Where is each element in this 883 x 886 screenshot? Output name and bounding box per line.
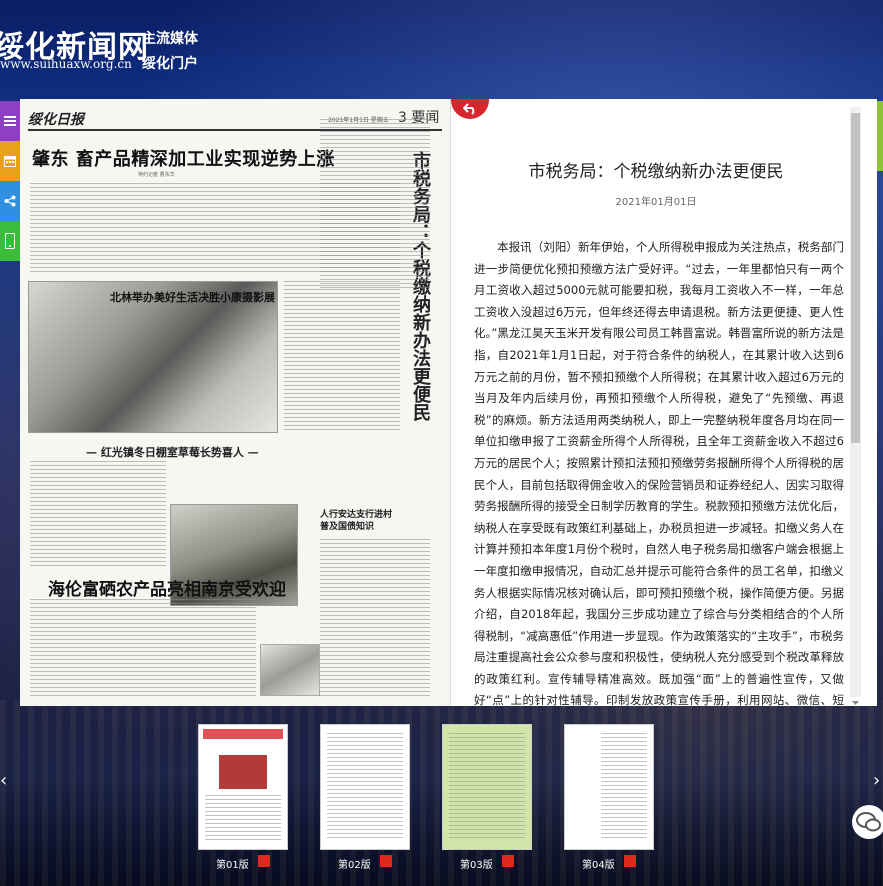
next-page-arrow-icon[interactable]: ›: [873, 770, 880, 791]
page-thumbnails: 第01版 第02版 第03版 第04版: [0, 718, 883, 878]
menu-icon: [4, 116, 16, 126]
thumbnail-photo: [219, 755, 267, 789]
thumbnail-label-1[interactable]: 第01版: [216, 856, 249, 871]
thumbnail-page-1[interactable]: [198, 724, 288, 850]
site-header: 绥化新闻网 www.suihuaxw.org.cn 主流媒体 绥化门户: [0, 0, 883, 90]
article-text-block[interactable]: [30, 461, 166, 566]
newspaper-brand: 绥化日报: [28, 112, 84, 128]
headline-hailun-selenium[interactable]: 海伦富硒农产品亮相南京受欢迎: [48, 575, 286, 600]
share-button[interactable]: [0, 181, 20, 221]
calendar-icon: [4, 156, 16, 167]
thumbnail-text: [449, 733, 525, 841]
headline-zhaodong-byline: 特约记者 曹东华: [138, 172, 175, 178]
scroll-down-arrow-icon[interactable]: [850, 691, 861, 705]
panel-divider: [450, 99, 451, 706]
right-accent-strip: [876, 101, 883, 171]
mobile-button[interactable]: [0, 221, 20, 261]
newspaper-panel: 绥化日报 2021年1月1日 星期五 3 要闻 肇东 畜产品精深加工业实现逆势上…: [20, 99, 877, 706]
calendar-button[interactable]: [0, 141, 20, 181]
slogan-line-2: 绥化门户: [142, 56, 198, 72]
article-date: 2021年01月01日: [615, 197, 697, 208]
article-text-block[interactable]: [30, 599, 256, 697]
mobile-icon: [5, 233, 15, 249]
pdf-download-icon[interactable]: [258, 855, 270, 867]
article-view: 市税务局：个税缴纳新办法更便民 2021年01月01日 本报讯（刘阳）新年伊始，…: [460, 99, 852, 706]
article-text-block[interactable]: [284, 281, 400, 431]
article-text-block[interactable]: [320, 119, 430, 289]
photo-exhibition-caption[interactable]: 北林举办美好生活决胜小康摄影展: [110, 289, 275, 305]
pdf-download-icon[interactable]: [380, 855, 392, 867]
headline-bank-anda[interactable]: 人行安达支行进村普及国债知识: [320, 509, 400, 533]
scrollbar-thumb[interactable]: [851, 113, 860, 443]
photo-scenery[interactable]: [260, 644, 320, 696]
article-text-block[interactable]: [320, 539, 430, 699]
headline-zhaodong[interactable]: 肇东 畜产品精深加工业实现逆势上涨: [32, 145, 335, 171]
thumbnail-text: [205, 795, 281, 843]
article-body: 本报讯（刘阳）新年伊始，个人所得税申报成为关注热点，税务部门进一步简便优化预扣预…: [474, 240, 844, 706]
newspaper-page-image[interactable]: 绥化日报 2021年1月1日 星期五 3 要闻 肇东 畜产品精深加工业实现逆势上…: [20, 99, 450, 706]
article-title: 市税务局：个税缴纳新办法更便民: [528, 162, 784, 182]
thumbnail-text: [601, 733, 647, 841]
thumbnail-label-3[interactable]: 第03版: [460, 856, 493, 871]
wechat-icon[interactable]: [852, 805, 883, 839]
site-logo-url: www.suihuaxw.org.cn: [0, 57, 132, 71]
thumbnail-text: [327, 733, 403, 841]
thumbnail-page-3[interactable]: [442, 724, 532, 850]
article-scrollbar[interactable]: [850, 107, 861, 705]
thumbnail-masthead: [203, 729, 283, 739]
pdf-download-icon[interactable]: [502, 855, 514, 867]
side-toolbar: [0, 101, 20, 261]
thumbnail-page-4[interactable]: [564, 724, 654, 850]
prev-page-arrow-icon[interactable]: ‹: [0, 770, 7, 791]
pdf-download-icon[interactable]: [624, 855, 636, 867]
thumbnail-label-2[interactable]: 第02版: [338, 856, 371, 871]
menu-button[interactable]: [0, 101, 20, 141]
headline-strawberry[interactable]: — 红光镇冬日棚室草莓长势喜人 —: [86, 444, 259, 460]
share-icon: [4, 195, 16, 207]
slogan-line-1: 主流媒体: [142, 31, 198, 47]
thumbnail-page-2[interactable]: [320, 724, 410, 850]
thumbnail-label-4[interactable]: 第04版: [582, 856, 615, 871]
